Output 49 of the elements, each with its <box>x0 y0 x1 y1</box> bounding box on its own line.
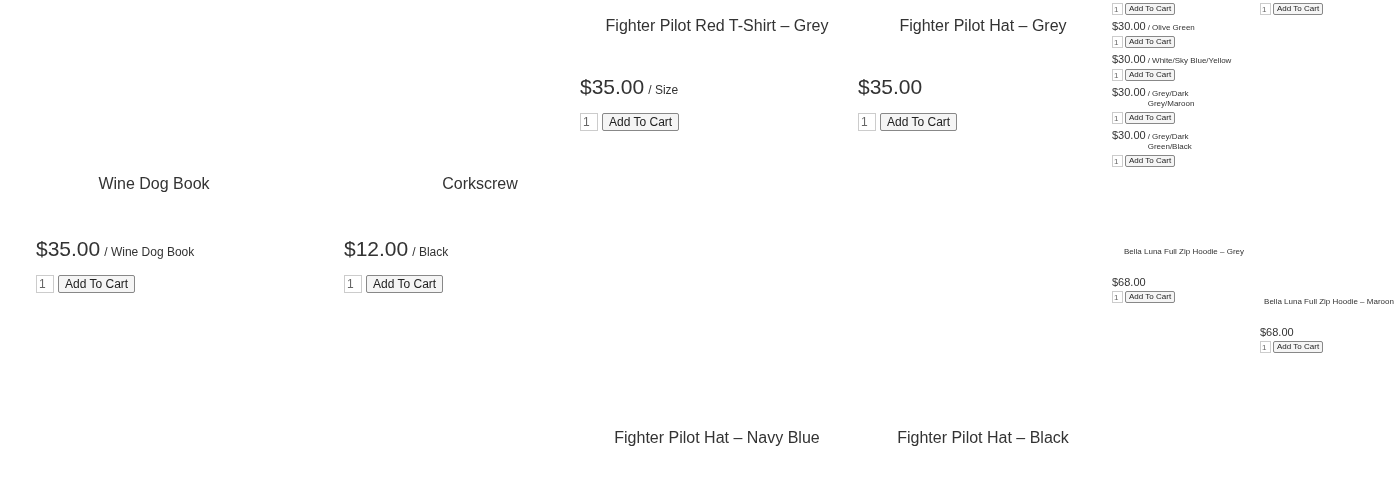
add-to-cart-button[interactable]: Add To Cart <box>880 113 958 131</box>
variant-label: / White/Sky Blue/Yellow <box>1147 56 1232 66</box>
price: $30.00 <box>1112 53 1146 65</box>
variant-label: / Size <box>648 83 679 97</box>
price: $30.00 <box>1112 129 1146 141</box>
add-to-cart-button[interactable]: Add To Cart <box>1125 69 1176 81</box>
variant-label: / Grey/Dark Green/Black <box>1147 132 1193 152</box>
add-to-cart-button[interactable]: Add To Cart <box>1125 36 1176 48</box>
quantity-field[interactable]: 1 <box>1112 291 1123 303</box>
price: $68.00 <box>1112 276 1146 288</box>
add-to-cart-button[interactable]: Add To Cart <box>1125 3 1176 15</box>
quantity-field[interactable]: 1 <box>1260 3 1271 15</box>
price: $30.00 <box>1112 86 1146 98</box>
add-to-cart-button[interactable]: Add To Cart <box>1273 341 1324 353</box>
price: $68.00 <box>1260 326 1294 338</box>
quantity-field[interactable]: 1 <box>36 275 54 293</box>
quantity-field[interactable]: 1 <box>1112 155 1123 167</box>
product-title: Bella Luna Full Zip Hoodie – Maroon <box>1263 297 1395 306</box>
quantity-field[interactable]: 1 <box>344 275 362 293</box>
quantity-field[interactable]: 1 <box>580 113 598 131</box>
add-to-cart-button[interactable]: Add To Cart <box>1125 112 1176 124</box>
variant-label: / Black <box>412 245 449 259</box>
price: $35.00 <box>580 75 645 99</box>
product-title: Bella Luna Full Zip Hoodie – Grey <box>1122 247 1246 256</box>
add-to-cart-button[interactable]: Add To Cart <box>58 275 136 293</box>
product-title: Wine Dog Book <box>97 175 211 193</box>
price: $35.00 <box>858 75 923 99</box>
quantity-field[interactable]: 1 <box>858 113 876 131</box>
product-title: Fighter Pilot Hat – Grey <box>898 17 1068 35</box>
quantity-field[interactable]: 1 <box>1260 341 1271 353</box>
product-title: Fighter Pilot Red T-Shirt – Grey <box>604 17 830 35</box>
add-to-cart-button[interactable]: Add To Cart <box>602 113 680 131</box>
product-title: Fighter Pilot Hat – Navy Blue <box>613 429 821 447</box>
quantity-field[interactable]: 1 <box>1112 69 1123 81</box>
variant-label: / Grey/Dark Grey/Maroon <box>1147 89 1196 109</box>
add-to-cart-button[interactable]: Add To Cart <box>1125 155 1176 167</box>
price: $30.00 <box>1112 20 1146 32</box>
quantity-field[interactable]: 1 <box>1112 36 1123 48</box>
variant-label: / Olive Green <box>1147 23 1195 33</box>
variant-label: / Wine Dog Book <box>104 245 195 259</box>
add-to-cart-button[interactable]: Add To Cart <box>1273 3 1324 15</box>
product-title: Fighter Pilot Hat – Black <box>896 429 1070 447</box>
quantity-field[interactable]: 1 <box>1112 112 1123 124</box>
add-to-cart-button[interactable]: Add To Cart <box>366 275 444 293</box>
price: $12.00 <box>344 237 409 261</box>
quantity-field[interactable]: 1 <box>1112 3 1123 15</box>
add-to-cart-button[interactable]: Add To Cart <box>1125 291 1176 303</box>
price: $35.00 <box>36 237 101 261</box>
product-title: Corkscrew <box>441 175 519 193</box>
